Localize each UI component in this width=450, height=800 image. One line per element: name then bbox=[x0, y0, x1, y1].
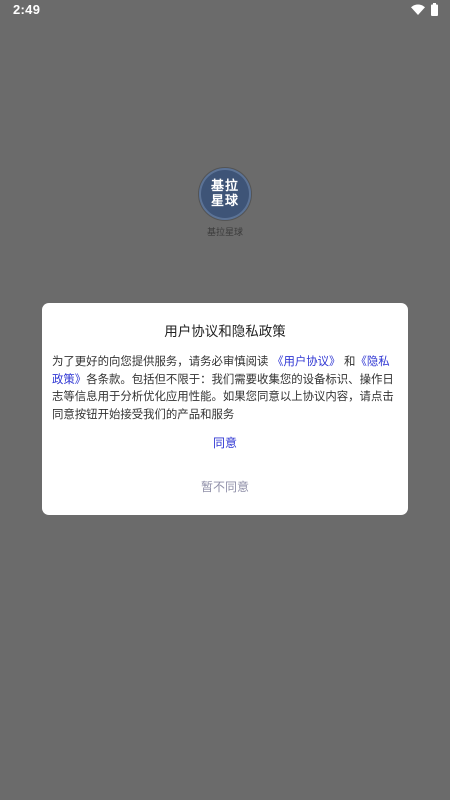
agree-button[interactable]: 同意 bbox=[175, 434, 275, 451]
dialog-title: 用户协议和隐私政策 bbox=[164, 324, 286, 340]
disagree-button[interactable]: 暂不同意 bbox=[175, 478, 275, 495]
user-agreement-link[interactable]: 《用户协议》 bbox=[272, 354, 340, 368]
body-prefix-text: 为了更好的向您提供服务，请务必审慎阅读 bbox=[52, 354, 269, 368]
logo-text-line1: 基拉 bbox=[210, 179, 239, 194]
wifi-icon bbox=[411, 4, 425, 15]
dialog-body: 为了更好的向您提供服务，请务必审慎阅读 《用户协议》 和《隐私政策》各条款。包括… bbox=[52, 353, 398, 423]
and-text: 和 bbox=[344, 354, 356, 368]
agreement-dialog: 用户协议和隐私政策 为了更好的向您提供服务，请务必审慎阅读 《用户协议》 和《隐… bbox=[42, 303, 408, 515]
status-bar: 2:49 bbox=[0, 0, 450, 22]
battery-icon bbox=[431, 3, 438, 16]
logo-text-line2: 星球 bbox=[210, 194, 239, 209]
app-name: 基拉星球 bbox=[206, 228, 243, 238]
app-logo: 基拉 星球 bbox=[199, 168, 251, 220]
body-suffix-text: 各条款。包括但不限于：我们需要收集您的设备标识、操作日志等信息用于分析优化应用性… bbox=[52, 371, 394, 421]
status-time: 2:49 bbox=[13, 2, 41, 17]
